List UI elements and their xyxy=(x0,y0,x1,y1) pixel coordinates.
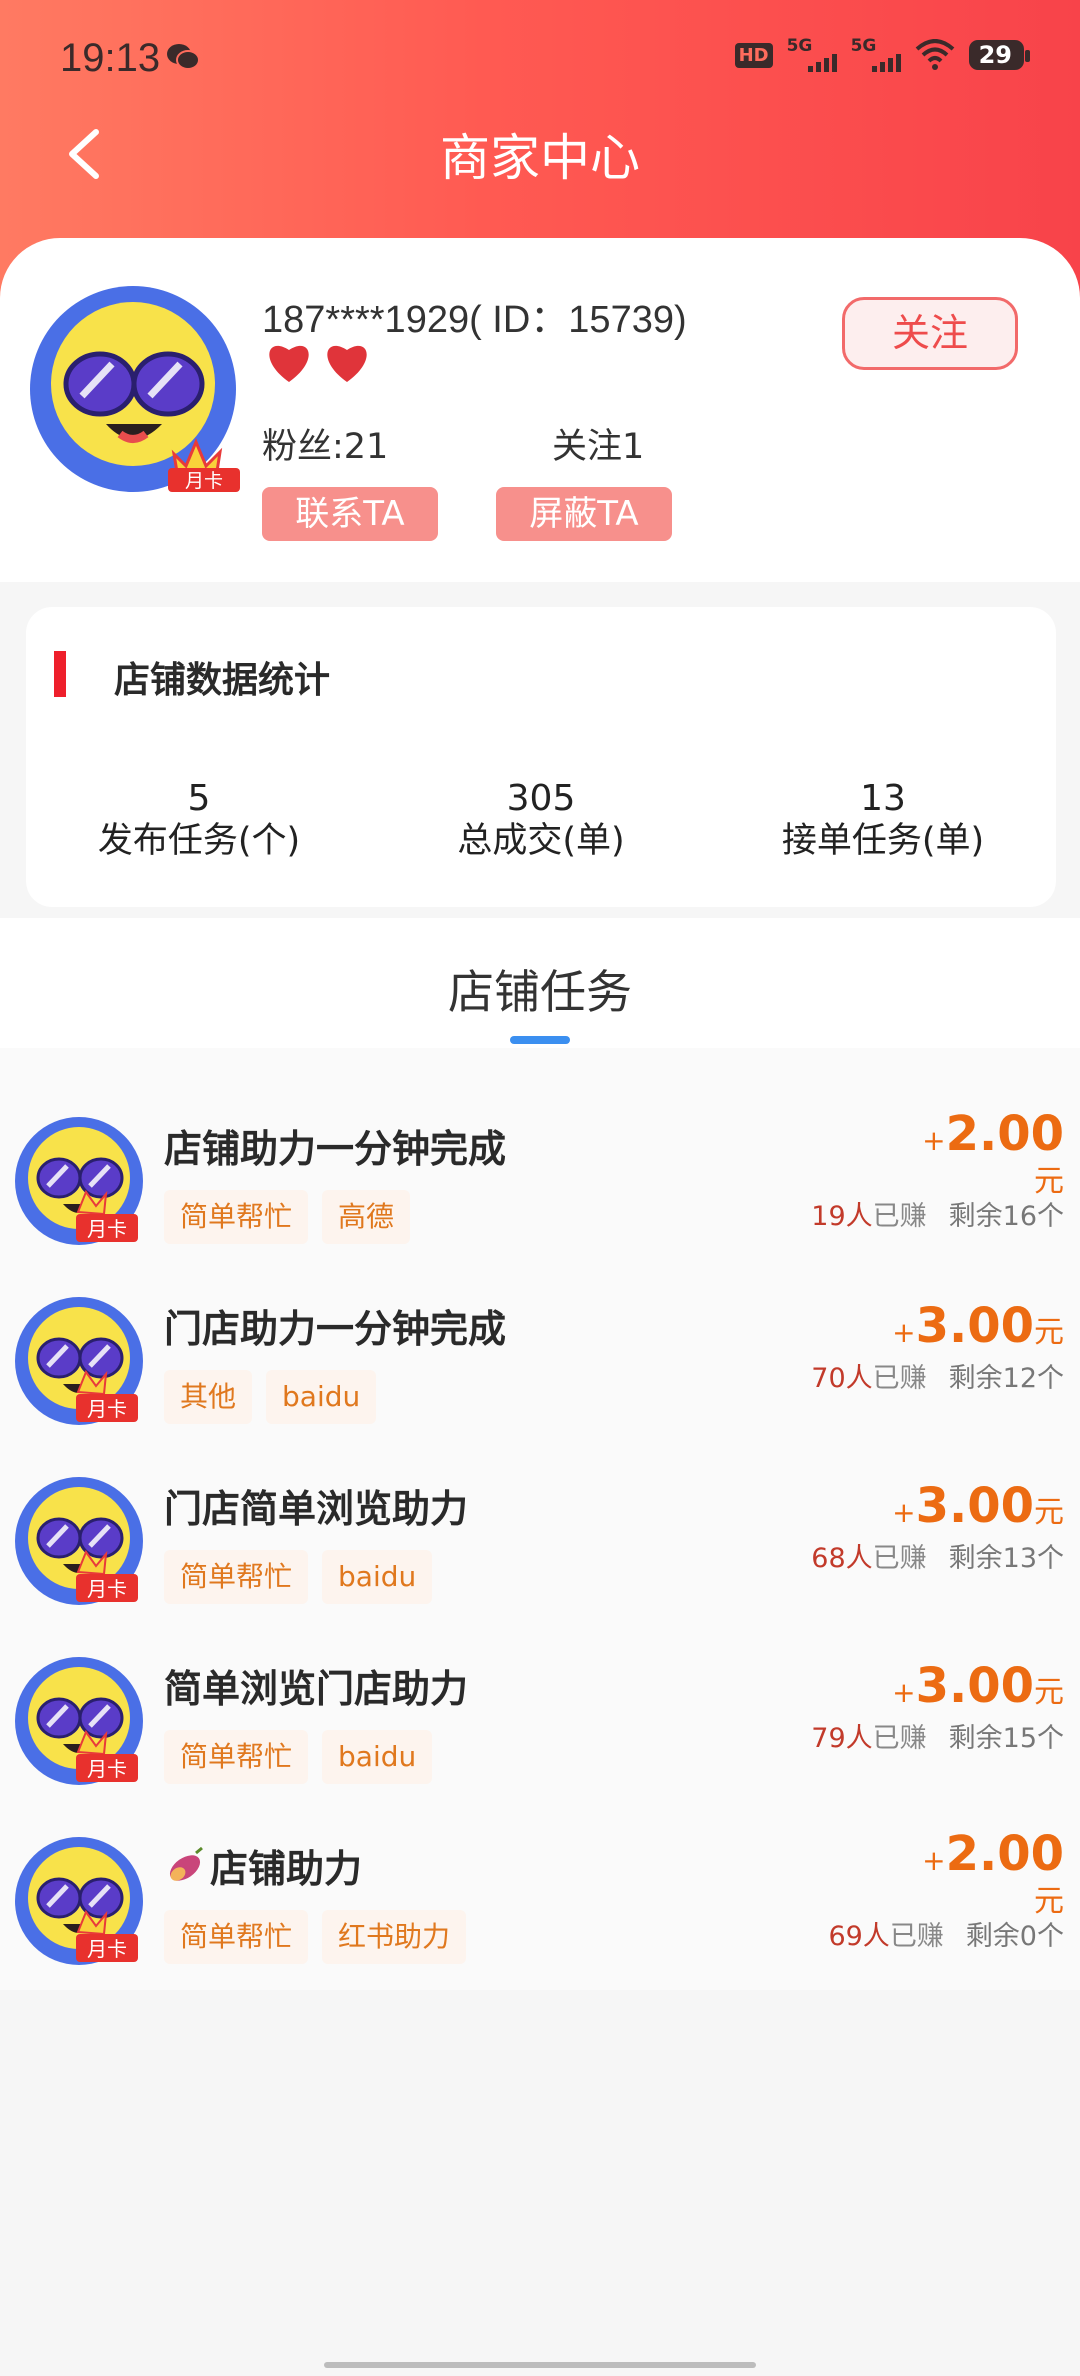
hd-icon: HD xyxy=(734,42,773,68)
follows-count: 关注1 xyxy=(552,427,645,467)
task-item[interactable]: 月卡 门店助力一分钟完成 其他 baidu +3.00元 70人已赚 剩余12个 xyxy=(0,1228,1080,1425)
battery-icon: 29 xyxy=(968,40,1031,70)
task-avatar: 月卡 xyxy=(15,1117,143,1245)
stat-total-deals: 305 总成交(单) xyxy=(391,779,691,863)
status-bar: 19:13 HD 5G 5G 29 xyxy=(0,0,1080,116)
task-title: 店铺助力一分钟完成 xyxy=(164,1127,507,1171)
tab-store-tasks[interactable]: 店铺任务 xyxy=(0,956,1080,1022)
home-indicator[interactable] xyxy=(324,2362,756,2368)
store-stats-card: 店铺数据统计 5 发布任务(个) 305 总成交(单) 13 接单任务(单) xyxy=(26,607,1056,907)
task-title: 门店助力一分钟完成 xyxy=(164,1307,507,1351)
stat-value: 5 xyxy=(187,778,211,819)
block-button[interactable]: 屏蔽TA xyxy=(496,487,672,541)
section-marker xyxy=(54,651,66,697)
task-tag: 红书助力 xyxy=(322,1910,467,1964)
task-item[interactable]: 月卡 店铺助力 简单帮忙 红书助力 +2.00 元 69人已赚 剩余0个 xyxy=(0,1768,1080,1965)
profile-card: 月卡 187****1929( ID：15739) 粉丝:21 关注1 联系TA… xyxy=(0,238,1080,582)
task-price: +2.00 元 xyxy=(922,1106,1064,1199)
task-earned-stats: 79人已赚 剩余15个 xyxy=(811,1723,1064,1754)
month-card-badge: 月卡 xyxy=(164,434,244,498)
level-hearts xyxy=(264,338,372,384)
task-avatar: 月卡 xyxy=(15,1477,143,1605)
sweet-potato-icon xyxy=(169,1846,203,1881)
stat-value: 305 xyxy=(506,778,576,819)
task-tag: 简单帮忙 xyxy=(164,1910,309,1964)
page-title: 商家中心 xyxy=(440,129,640,187)
contact-button[interactable]: 联系TA xyxy=(262,487,438,541)
task-title-row: 店铺助力 xyxy=(164,1838,362,1893)
svg-text:月卡: 月卡 xyxy=(185,470,223,492)
stats-title: 店铺数据统计 xyxy=(114,660,331,701)
store-tasks-header: 店铺任务 xyxy=(0,918,1080,1048)
fans-count: 粉丝:21 xyxy=(262,427,389,467)
task-title: 门店简单浏览助力 xyxy=(164,1487,469,1531)
stat-value: 13 xyxy=(860,778,906,819)
task-title: 简单浏览门店助力 xyxy=(164,1667,469,1711)
task-price: +3.00元 xyxy=(892,1298,1064,1354)
task-title: 店铺助力 xyxy=(210,1847,363,1891)
tab-indicator xyxy=(510,1036,570,1044)
task-tags: 简单帮忙 红书助力 xyxy=(164,1910,467,1964)
wechat-icon xyxy=(167,44,200,70)
task-item[interactable]: 月卡 简单浏览门店助力 简单帮忙 baidu +3.00元 79人已赚 剩余15个 xyxy=(0,1588,1080,1785)
task-price: +2.00 元 xyxy=(922,1826,1064,1919)
follow-button[interactable]: 关注 xyxy=(842,297,1018,370)
heart-icon xyxy=(327,345,367,382)
task-item[interactable]: 月卡 店铺助力一分钟完成 简单帮忙 高德 +2.00 元 19人已赚 剩余16个 xyxy=(0,1048,1080,1245)
task-avatar: 月卡 xyxy=(15,1297,143,1425)
task-price: +3.00元 xyxy=(892,1658,1064,1714)
task-item[interactable]: 月卡 门店简单浏览助力 简单帮忙 baidu +3.00元 68人已赚 剩余13个 xyxy=(0,1408,1080,1605)
task-avatar: 月卡 xyxy=(15,1837,143,1965)
profile-name: 187****1929( ID：15739) xyxy=(262,299,687,341)
signal-icon: 5G xyxy=(851,38,901,72)
task-price: +3.00元 xyxy=(892,1478,1064,1534)
svg-text:月卡: 月卡 xyxy=(87,1937,127,1961)
stat-label: 总成交(单) xyxy=(457,821,625,861)
stat-published-tasks: 5 发布任务(个) xyxy=(49,779,349,863)
stat-label: 接单任务(单) xyxy=(781,821,985,861)
status-indicators: HD 5G 5G 29 xyxy=(734,38,1031,72)
stat-label: 发布任务(个) xyxy=(97,821,301,861)
heart-icon xyxy=(269,345,309,382)
task-avatar: 月卡 xyxy=(15,1657,143,1785)
task-earned-stats: 68人已赚 剩余13个 xyxy=(811,1543,1064,1574)
stat-accepted-tasks: 13 接单任务(单) xyxy=(733,779,1033,863)
status-time: 19:13 xyxy=(60,36,161,80)
signal-icon: 5G xyxy=(787,38,837,72)
task-earned-stats: 69人已赚 剩余0个 xyxy=(828,1921,1064,1952)
avatar[interactable]: 月卡 xyxy=(28,284,240,494)
wifi-icon xyxy=(915,39,954,70)
task-list: 月卡 店铺助力一分钟完成 简单帮忙 高德 +2.00 元 19人已赚 剩余16个 … xyxy=(0,1048,1080,1990)
task-earned-stats: 70人已赚 剩余12个 xyxy=(811,1363,1064,1394)
